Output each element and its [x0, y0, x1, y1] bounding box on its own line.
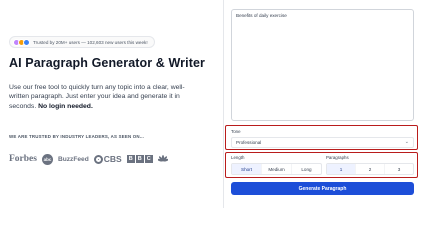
- generate-paragraph-button[interactable]: Generate Paragraph: [231, 182, 414, 195]
- page: Trusted by 20M+ users — 102,603 new user…: [0, 0, 421, 208]
- bbc-logo-letter: C: [144, 155, 153, 163]
- cbs-logo: CBS: [93, 154, 122, 164]
- paragraphs-label: Paragraphs: [326, 155, 349, 160]
- paragraphs-option-2[interactable]: 2: [355, 164, 384, 174]
- tone-select[interactable]: Professional ⌄: [231, 137, 414, 148]
- topic-input[interactable]: Benefits of daily exercise: [231, 9, 414, 121]
- bbc-logo: B B C: [126, 155, 153, 163]
- hero-description-text: Use our free tool to quickly turn any to…: [9, 84, 185, 110]
- no-login-text: No login needed.: [38, 102, 93, 110]
- trust-text: Trusted by 20M+ users — 102,603 new user…: [33, 39, 148, 45]
- length-label: Length: [231, 155, 245, 160]
- length-selector: Short Medium Long: [231, 163, 322, 175]
- cbs-logo-text: CBS: [103, 154, 122, 164]
- bbc-logo-letter: B: [135, 155, 144, 163]
- trusted-by-heading: WE ARE TRUSTED BY INDUSTRY LEADERS, AS S…: [9, 134, 145, 139]
- buzzfeed-logo: BuzzFeed: [57, 155, 89, 163]
- paragraphs-selector: 1 2 3: [326, 163, 414, 175]
- length-option-long[interactable]: Long: [291, 164, 321, 174]
- nbc-peacock-icon: [157, 154, 168, 164]
- length-option-short[interactable]: Short: [232, 164, 261, 174]
- press-logos: Forbes abc BuzzFeed CBS B B C: [9, 152, 168, 166]
- forbes-logo: Forbes: [9, 154, 37, 164]
- paragraphs-option-3[interactable]: 3: [384, 164, 413, 174]
- cbs-eye-icon: [93, 154, 103, 164]
- bbc-logo-letter: B: [126, 155, 135, 163]
- hero-description: Use our free tool to quickly turn any to…: [9, 83, 204, 111]
- tone-selected-value: Professional: [236, 140, 262, 145]
- paragraphs-option-1[interactable]: 1: [327, 164, 355, 174]
- length-option-medium[interactable]: Medium: [261, 164, 291, 174]
- chevron-down-icon: ⌄: [404, 139, 409, 145]
- page-title: AI Paragraph Generator & Writer: [9, 56, 205, 70]
- trust-badge: Trusted by 20M+ users — 102,603 new user…: [9, 36, 155, 48]
- avatar-stack: [13, 38, 30, 46]
- abc-logo: abc: [41, 153, 53, 165]
- tone-label: Tone: [231, 129, 241, 134]
- avatar: [23, 38, 30, 46]
